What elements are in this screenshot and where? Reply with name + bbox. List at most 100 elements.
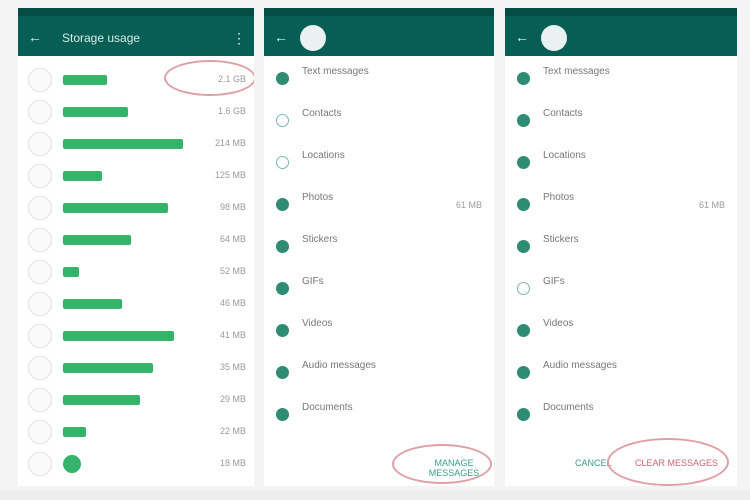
checkbox-checked-icon[interactable] xyxy=(276,366,289,379)
avatar xyxy=(28,292,52,316)
list-item[interactable]: Stickers xyxy=(264,228,494,270)
list-item[interactable]: Audio messages xyxy=(264,354,494,396)
storage-size: 1.6 GB xyxy=(217,106,246,116)
checkbox-checked-icon[interactable] xyxy=(276,240,289,253)
list-item[interactable]: Photos 61 MB xyxy=(505,186,737,228)
checkbox-checked-icon[interactable] xyxy=(517,198,530,211)
checkbox-checked-icon[interactable] xyxy=(276,408,289,421)
cancel-button[interactable]: CANCEL xyxy=(575,458,612,468)
back-arrow-icon[interactable]: ← xyxy=(28,30,42,44)
checkbox-checked-icon[interactable] xyxy=(276,282,289,295)
chat-name xyxy=(63,203,168,213)
storage-size: 29 MB xyxy=(219,394,246,404)
storage-total: 2.1 GB xyxy=(217,74,246,84)
checkbox-checked-icon[interactable] xyxy=(517,366,530,379)
list-item[interactable]: 1.6 GB xyxy=(18,96,254,128)
page-title: Storage usage xyxy=(62,31,141,45)
list-item[interactable]: Contacts xyxy=(264,102,494,144)
checkbox-checked-icon[interactable] xyxy=(276,72,289,85)
list-item[interactable]: 214 MB xyxy=(18,128,254,160)
list-item[interactable]: 22 MB xyxy=(18,416,254,448)
item-title: Text messages xyxy=(543,66,610,77)
storage-size: 214 MB xyxy=(214,138,246,148)
checkbox-checked-icon[interactable] xyxy=(517,324,530,337)
item-title: GIFs xyxy=(302,276,324,287)
item-title: Videos xyxy=(302,318,333,329)
checkbox-icon[interactable] xyxy=(276,156,289,169)
item-title: Photos xyxy=(302,192,334,203)
item-size: 61 MB xyxy=(698,200,725,210)
checkbox-icon[interactable] xyxy=(276,114,289,127)
storage-size: 64 MB xyxy=(219,234,246,244)
chat-name xyxy=(63,171,102,181)
list-item[interactable]: GIFs xyxy=(505,270,737,312)
list-item[interactable]: Stickers xyxy=(505,228,737,270)
item-title: Locations xyxy=(543,150,586,161)
list-item[interactable]: 2.1 GB xyxy=(18,64,254,96)
item-title: Photos xyxy=(543,192,575,203)
item-title: Contacts xyxy=(302,108,342,119)
list-item[interactable]: 29 MB xyxy=(18,384,254,416)
checkbox-checked-icon[interactable] xyxy=(517,240,530,253)
list-item[interactable]: 35 MB xyxy=(18,352,254,384)
list-item[interactable]: 52 MB xyxy=(18,256,254,288)
chat-name xyxy=(63,139,183,149)
chat-name xyxy=(63,455,81,473)
avatar xyxy=(28,260,52,284)
avatar xyxy=(28,196,52,220)
item-title: Stickers xyxy=(543,234,579,245)
list-item[interactable]: Documents xyxy=(505,396,737,438)
list-item[interactable]: 41 MB xyxy=(18,320,254,352)
list-item[interactable]: Locations xyxy=(264,144,494,186)
avatar xyxy=(300,25,326,51)
storage-size: 125 MB xyxy=(214,170,246,180)
checkbox-checked-icon[interactable] xyxy=(276,324,289,337)
item-title: Stickers xyxy=(302,234,338,245)
list-item[interactable]: Text messages xyxy=(505,60,737,102)
list-item[interactable]: 125 MB xyxy=(18,160,254,192)
chat-name xyxy=(63,235,131,245)
back-arrow-icon[interactable]: ← xyxy=(274,30,288,44)
list-item[interactable]: 46 MB xyxy=(18,288,254,320)
checkbox-checked-icon[interactable] xyxy=(517,72,530,85)
list-item[interactable]: GIFs xyxy=(264,270,494,312)
list-item[interactable]: 64 MB xyxy=(18,224,254,256)
storage-size: 35 MB xyxy=(219,362,246,372)
list-item[interactable]: Videos xyxy=(264,312,494,354)
back-arrow-icon[interactable]: ← xyxy=(515,30,529,44)
app-bar: ← xyxy=(264,8,494,56)
avatar xyxy=(28,100,52,124)
avatar xyxy=(28,420,52,444)
list-item[interactable]: 18 MB xyxy=(18,448,254,480)
item-title: Documents xyxy=(302,402,353,413)
item-size: 61 MB xyxy=(455,200,482,210)
list-item[interactable]: Photos 61 MB xyxy=(264,186,494,228)
item-title: Text messages xyxy=(302,66,369,77)
avatar xyxy=(28,228,52,252)
chat-name xyxy=(63,427,86,437)
avatar xyxy=(28,164,52,188)
checkbox-icon[interactable] xyxy=(517,282,530,295)
list-item[interactable]: Audio messages xyxy=(505,354,737,396)
list-item[interactable]: 98 MB xyxy=(18,192,254,224)
checkbox-checked-icon[interactable] xyxy=(517,408,530,421)
checkbox-checked-icon[interactable] xyxy=(276,198,289,211)
clear-messages-button[interactable]: CLEAR MESSAGES xyxy=(635,458,718,468)
chat-storage-detail-panel: ← Text messages Contacts Locations Photos 61… xyxy=(264,8,494,486)
checkbox-checked-icon[interactable] xyxy=(517,156,530,169)
list-item[interactable]: Text messages xyxy=(264,60,494,102)
list-item[interactable]: Documents xyxy=(264,396,494,438)
manage-messages-button[interactable]: MANAGE MESSAGES xyxy=(414,458,494,478)
list-item[interactable]: Videos xyxy=(505,312,737,354)
app-bar: ← Storage usage ⋮ xyxy=(18,8,254,56)
checkbox-checked-icon[interactable] xyxy=(517,114,530,127)
chat-name xyxy=(63,267,79,277)
more-options-icon[interactable]: ⋮ xyxy=(232,30,246,47)
avatar xyxy=(28,132,52,156)
app-bar: ← xyxy=(505,8,737,56)
storage-size: 98 MB xyxy=(219,202,246,212)
item-title: GIFs xyxy=(543,276,565,287)
list-item[interactable]: Locations xyxy=(505,144,737,186)
item-title: Audio messages xyxy=(302,360,376,371)
list-item[interactable]: Contacts xyxy=(505,102,737,144)
